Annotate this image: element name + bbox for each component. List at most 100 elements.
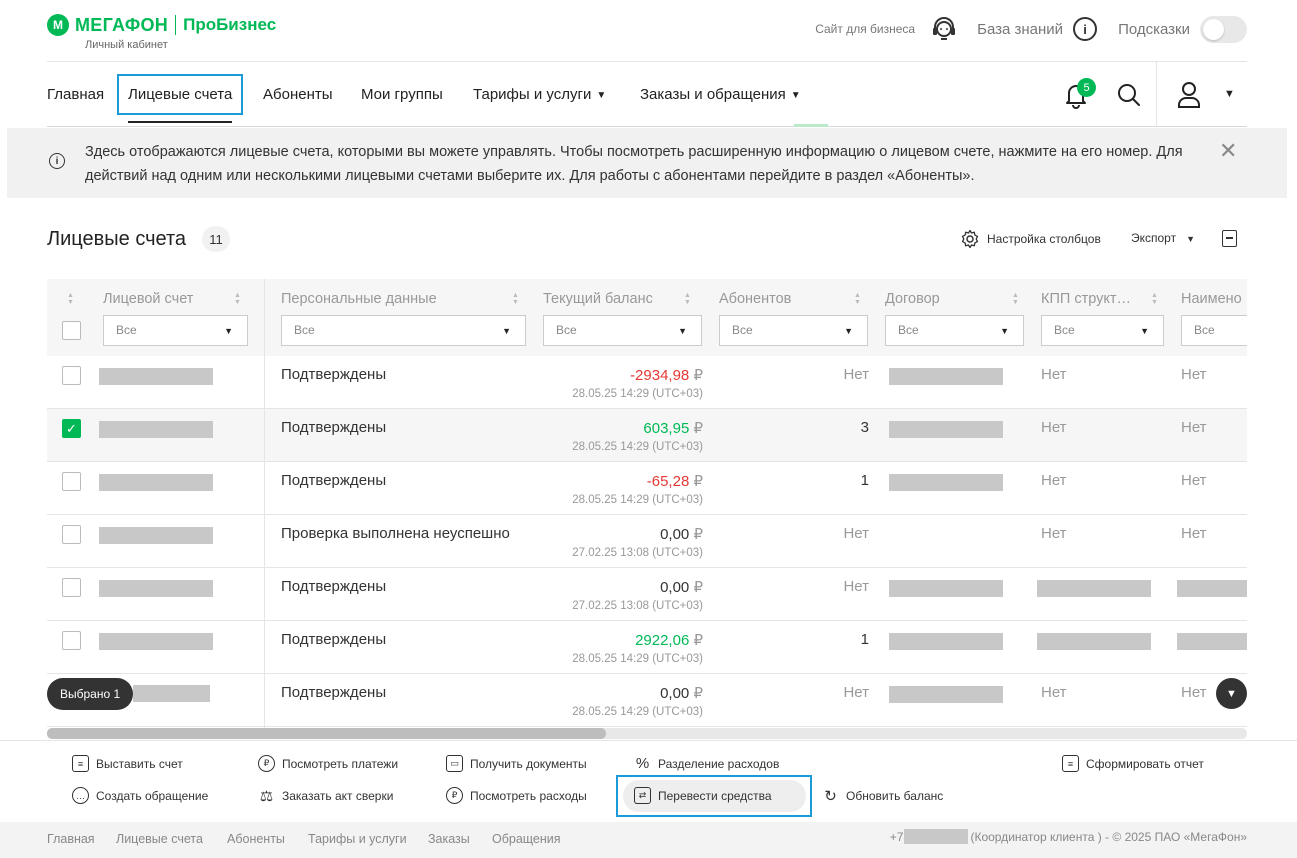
redacted-account-number[interactable]	[99, 527, 213, 544]
footer-link-tariffs[interactable]: Тарифы и услуги	[308, 832, 407, 846]
accounts-table: ▲ ▼ Лицевой счет ▲ ▼ Все ▼ Персональные дан…	[47, 279, 1247, 728]
chevron-down-icon[interactable]: ▼	[1224, 88, 1235, 100]
nav-item-subscribers[interactable]: Абоненты	[263, 86, 333, 103]
row-checkbox[interactable]	[62, 366, 81, 385]
get-documents-button[interactable]: ▭ Получить документы	[446, 755, 587, 772]
chevron-down-icon: ▼	[224, 326, 233, 336]
row-checkbox[interactable]: ✓	[62, 419, 81, 438]
sort-icon[interactable]: ▲ ▼	[512, 292, 520, 306]
create-report-button[interactable]: ≡ Сформировать отчет	[1062, 755, 1204, 772]
view-expenses-button[interactable]: ₽ Посмотреть расходы	[446, 787, 587, 804]
sort-icon[interactable]: ▲ ▼	[1151, 292, 1159, 306]
order-reconciliation-button[interactable]: ⚖ Заказать акт сверки	[258, 787, 394, 805]
sort-icon[interactable]: ▲ ▼	[854, 292, 862, 306]
table-row[interactable]: Подтверждены -2934,98 ₽28.05.25 14:29 (UT…	[47, 356, 1247, 409]
footer-link-subscribers[interactable]: Абоненты	[227, 832, 285, 846]
documents-icon: ▭	[446, 755, 463, 772]
sort-icon[interactable]: ▲ ▼	[1012, 292, 1020, 306]
personal-data-cell: Подтверждены	[281, 578, 387, 595]
nav-item-home[interactable]: Главная	[47, 86, 104, 103]
view-payments-label: Посмотреть платежи	[282, 756, 399, 771]
redacted-account-number[interactable]	[99, 633, 213, 650]
scroll-down-button[interactable]: ▼	[1216, 678, 1247, 709]
knowledge-base-link[interactable]: База знаний	[977, 21, 1063, 38]
redacted-account-number[interactable]	[99, 421, 213, 438]
user-icon[interactable]	[1175, 80, 1203, 110]
footer-user-info: +7 (Координатор клиента ) - © 2025 ПАО «…	[890, 829, 1247, 844]
row-checkbox[interactable]	[62, 578, 81, 597]
personal-data-cell: Подтверждены	[281, 684, 387, 701]
footer-link-accounts[interactable]: Лицевые счета	[116, 832, 203, 846]
table-row[interactable]: ✓ Подтверждены 603,95 ₽28.05.25 14:29 (UTC…	[47, 409, 1247, 462]
split-expenses-label: Разделение расходов	[658, 756, 780, 771]
filter-name[interactable]: Все	[1181, 315, 1247, 346]
sort-icon[interactable]: ▲ ▼	[234, 292, 242, 306]
row-checkbox[interactable]	[62, 631, 81, 650]
nav-item-groups[interactable]: Мои группы	[361, 86, 443, 103]
table-row[interactable]: Подтверждены -65,28 ₽28.05.25 14:29 (UTC+…	[47, 462, 1247, 515]
business-site-link[interactable]: Сайт для бизнеса	[815, 22, 915, 36]
footer-link-home[interactable]: Главная	[47, 832, 95, 846]
table-density-icon[interactable]	[1222, 230, 1237, 247]
subscribers-cell: 1	[860, 472, 869, 489]
subscribers-cell: Нет	[843, 525, 869, 542]
nav-item-tariffs[interactable]: Тарифы и услуги ▼	[473, 86, 606, 103]
kpp-cell: Нет	[1041, 472, 1067, 489]
chevron-down-icon: ▼	[502, 326, 511, 336]
filter-account[interactable]: Все ▼	[103, 315, 248, 346]
currency-symbol: ₽	[693, 685, 703, 702]
horizontal-scrollbar[interactable]	[47, 728, 1247, 739]
scrollbar-thumb[interactable]	[47, 728, 606, 739]
filter-balance[interactable]: Все ▼	[543, 315, 702, 346]
filter-personal-data[interactable]: Все ▼	[281, 315, 526, 346]
create-request-button[interactable]: … Создать обращение	[72, 787, 208, 804]
megafon-logo[interactable]: M МЕГАФОН ПроБизнес	[47, 14, 276, 36]
table-row[interactable]: Подтверждены 0,00 ₽27.02.25 13:08 (UTC+03…	[47, 568, 1247, 621]
redacted-contract	[889, 686, 1003, 703]
selected-count-pill[interactable]: Выбрано 1	[47, 678, 134, 710]
balance-cell: 0,00 ₽	[660, 684, 703, 702]
filter-contract[interactable]: Все ▼	[885, 315, 1024, 346]
nav-item-accounts[interactable]: Лицевые счета	[117, 74, 244, 123]
search-icon[interactable]	[1115, 81, 1143, 109]
refresh-balance-button[interactable]: ↻ Обновить баланс	[822, 787, 944, 805]
export-label: Экспорт	[1131, 231, 1177, 245]
toggle-knob	[1203, 18, 1224, 40]
column-settings-button[interactable]: Настройка столбцов	[960, 229, 1101, 249]
row-checkbox[interactable]	[62, 525, 81, 544]
chat-icon: …	[72, 787, 89, 804]
report-icon: ≡	[1062, 755, 1079, 772]
balance-date: 28.05.25 14:29 (UTC+03)	[572, 706, 703, 718]
hints-toggle[interactable]	[1200, 15, 1247, 43]
redacted-account-number[interactable]	[99, 368, 213, 385]
support-headset-icon[interactable]	[929, 14, 959, 44]
redacted-account-number[interactable]	[99, 474, 213, 491]
redacted-account-number[interactable]	[99, 580, 213, 597]
refresh-balance-label: Обновить баланс	[846, 788, 944, 803]
invoice-icon: ≡	[72, 755, 89, 772]
filter-kpp[interactable]: Все ▼	[1041, 315, 1164, 346]
balance-value: 0,00	[660, 685, 694, 702]
nav-item-orders[interactable]: Заказы и обращения ▼	[640, 86, 801, 103]
view-payments-button[interactable]: ₽ Посмотреть платежи	[258, 755, 398, 772]
info-icon[interactable]: i	[1073, 17, 1098, 41]
footer-link-orders[interactable]: Заказы	[428, 832, 470, 846]
close-icon[interactable]: ✕	[1219, 138, 1237, 164]
table-row[interactable]: Проверка выполнена неуспешно 0,00 ₽27.02.…	[47, 515, 1247, 568]
personal-data-cell: Подтверждены	[281, 631, 387, 648]
sort-icon[interactable]: ▲ ▼	[684, 292, 692, 306]
table-row[interactable]: Подтверждены 2922,06 ₽28.05.25 14:29 (UTC…	[47, 621, 1247, 674]
table-row[interactable]: Подтверждены 0,00 ₽28.05.25 14:29 (UTC+03…	[47, 674, 1247, 727]
filter-subscribers[interactable]: Все ▼	[719, 315, 868, 346]
row-checkbox[interactable]	[62, 472, 81, 491]
export-dropdown[interactable]: Экспорт ▼	[1131, 231, 1195, 245]
redacted-contract	[889, 633, 1003, 650]
split-expenses-button[interactable]: % Разделение расходов	[634, 755, 780, 772]
issue-invoice-button[interactable]: ≡ Выставить счет	[72, 755, 183, 772]
transfer-funds-button[interactable]: ⇄ Перевести средства	[634, 787, 772, 804]
footer-link-requests[interactable]: Обращения	[492, 832, 561, 846]
select-all-checkbox[interactable]	[62, 321, 81, 340]
sort-icon[interactable]: ▲ ▼	[67, 292, 75, 306]
redacted-account-number[interactable]	[133, 685, 210, 702]
info-banner: i Здесь отображаются лицевые счета, кото…	[7, 128, 1287, 198]
